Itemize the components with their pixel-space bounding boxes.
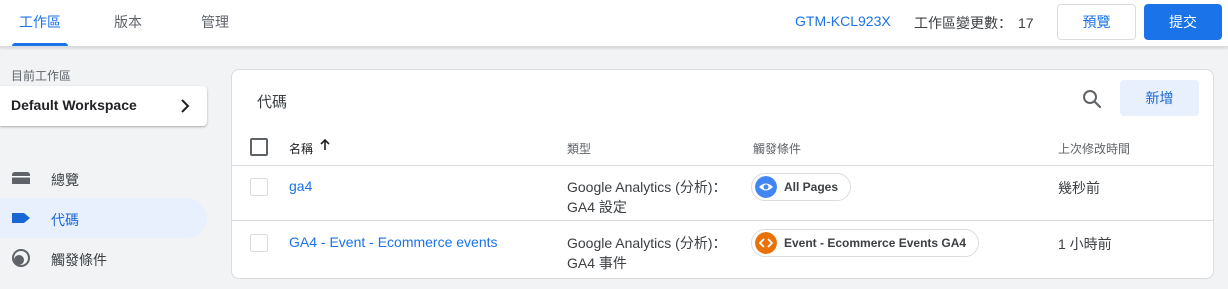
row-checkbox[interactable] <box>250 234 268 252</box>
tab-versions[interactable]: 版本 <box>100 0 156 46</box>
sidebar-item-triggers[interactable]: 觸發條件 <box>0 238 207 278</box>
arrow-up-icon[interactable] <box>318 138 332 152</box>
column-header-last-modified: 上次修改時間 <box>1058 142 1131 156</box>
column-header-type: 類型 <box>567 142 592 156</box>
tag-type: Google Analytics (分析)： GA4 事件 <box>567 233 747 273</box>
page-title: 代碼 <box>257 94 288 111</box>
chevron-right-icon <box>181 99 190 113</box>
trigger-chip[interactable]: All Pages <box>751 173 852 201</box>
tab-admin[interactable]: 管理 <box>187 0 243 46</box>
tag-type-line: Google Analytics (分析)： <box>567 235 727 251</box>
tag-name-link[interactable]: ga4 <box>289 178 312 194</box>
preview-button[interactable]: 預覽 <box>1057 4 1136 40</box>
container-id-link[interactable]: GTM-KCL923X <box>795 13 891 29</box>
tag-type-line: GA4 設定 <box>567 199 627 215</box>
column-header-triggers: 觸發條件 <box>753 142 802 156</box>
tag-name-link[interactable]: GA4 - Event - Ecommerce events <box>289 234 498 250</box>
new-tag-button[interactable]: 新增 <box>1120 80 1199 116</box>
code-icon <box>755 232 777 254</box>
sidebar-item-label: 代碼 <box>51 212 79 228</box>
top-navigation-bar: 工作區 版本 管理 GTM-KCL923X 工作區變更數： 17 預覽 提交 <box>0 0 1228 47</box>
workspace-name: Default Workspace <box>11 97 137 113</box>
row-checkbox[interactable] <box>250 178 268 196</box>
tag-type: Google Analytics (分析)： GA4 設定 <box>567 177 747 217</box>
workspace-changes-label: 工作區變更數： <box>914 15 1012 31</box>
sidebar-item-overview[interactable]: 總覽 <box>0 158 207 198</box>
overview-icon <box>12 172 30 184</box>
workspace-changes: 工作區變更數： 17 <box>914 13 1034 33</box>
trigger-icon <box>12 249 30 267</box>
current-workspace-label: 目前工作區 <box>11 69 72 83</box>
table-row: GA4 - Event - Ecommerce events Google An… <box>232 222 1213 277</box>
eye-icon <box>755 176 777 198</box>
select-all-checkbox[interactable] <box>250 138 268 156</box>
trigger-chip[interactable]: Event - Ecommerce Events GA4 <box>751 229 980 257</box>
workspace-selector[interactable]: Default Workspace <box>0 86 207 126</box>
sidebar-item-label: 觸發條件 <box>51 252 107 268</box>
tag-icon <box>12 213 30 223</box>
tag-type-line: GA4 事件 <box>567 255 627 271</box>
table-header: 名稱 類型 觸發條件 上次修改時間 <box>232 130 1213 166</box>
tags-card: 代碼 新增 名稱 類型 觸發條件 上次修改時間 ga4 Google Analy… <box>231 69 1214 279</box>
submit-button[interactable]: 提交 <box>1144 4 1222 40</box>
sidebar-item-tags[interactable]: 代碼 <box>0 198 207 238</box>
sidebar-item-label: 總覽 <box>51 172 79 188</box>
table-row: ga4 Google Analytics (分析)： GA4 設定 All Pa… <box>232 166 1213 221</box>
workspace-changes-count: 17 <box>1018 15 1034 31</box>
trigger-chip-label: Event - Ecommerce Events GA4 <box>784 236 967 250</box>
trigger-chip-label: All Pages <box>784 180 839 194</box>
last-modified: 幾秒前 <box>1058 180 1100 196</box>
tag-type-line: Google Analytics (分析)： <box>567 179 727 195</box>
search-icon[interactable] <box>1081 88 1103 110</box>
last-modified: 1 小時前 <box>1058 236 1112 252</box>
column-header-name[interactable]: 名稱 <box>289 140 313 157</box>
tab-workspace[interactable]: 工作區 <box>12 0 68 46</box>
